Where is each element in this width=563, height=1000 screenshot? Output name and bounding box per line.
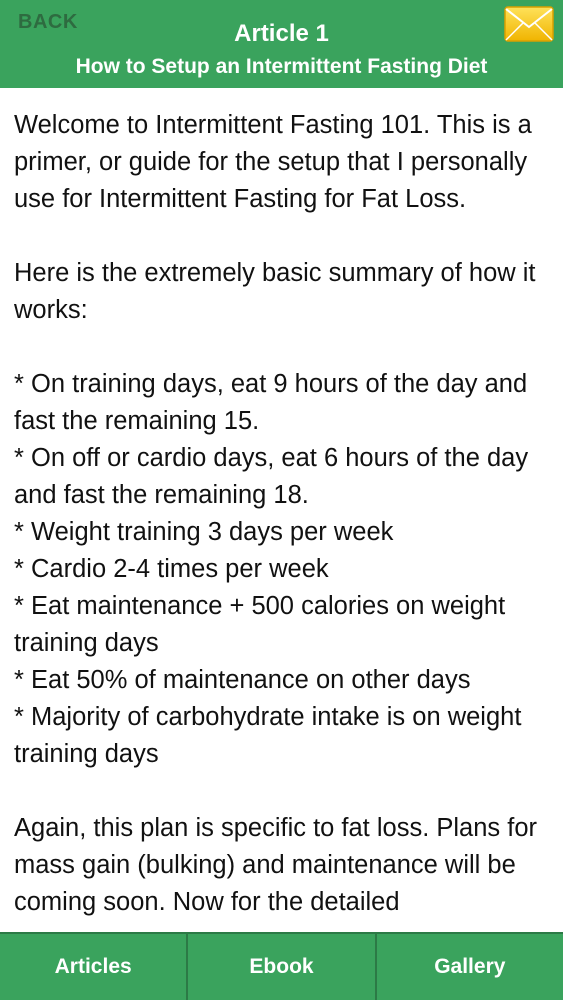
header-bar: BACK Article 1 How to Setup an Intermitt…	[0, 0, 563, 88]
tab-ebook[interactable]: Ebook	[188, 934, 377, 1000]
mail-button[interactable]	[504, 6, 554, 42]
list-item: * Majority of carbohydrate intake is on …	[14, 703, 522, 768]
tab-articles[interactable]: Articles	[0, 934, 189, 1000]
article-paragraph: Again, this plan is specific to fat loss…	[14, 814, 537, 916]
tab-gallery[interactable]: Gallery	[377, 934, 563, 1000]
page-title: Article 1	[234, 20, 329, 47]
list-item: * Weight training 3 days per week	[14, 518, 394, 546]
article-paragraph: Welcome to Intermittent Fasting 101. Thi…	[14, 111, 532, 213]
article-content[interactable]: Welcome to Intermittent Fasting 101. Thi…	[0, 88, 563, 932]
list-item: * On off or cardio days, eat 6 hours of …	[14, 444, 529, 509]
list-item: * Eat maintenance + 500 calories on weig…	[14, 592, 506, 657]
list-item: * Eat 50% of maintenance on other days	[14, 666, 471, 694]
list-item: * On training days, eat 9 hours of the d…	[14, 370, 528, 435]
bottom-tab-bar: Articles Ebook Gallery	[0, 932, 563, 1000]
article-paragraph: Here is the extremely basic summary of h…	[14, 259, 536, 324]
envelope-icon	[504, 6, 554, 42]
page-subtitle: How to Setup an Intermittent Fasting Die…	[75, 55, 488, 78]
list-item: * Cardio 2-4 times per week	[14, 555, 329, 583]
article-bullet-list: * On training days, eat 9 hours of the d…	[14, 366, 553, 773]
